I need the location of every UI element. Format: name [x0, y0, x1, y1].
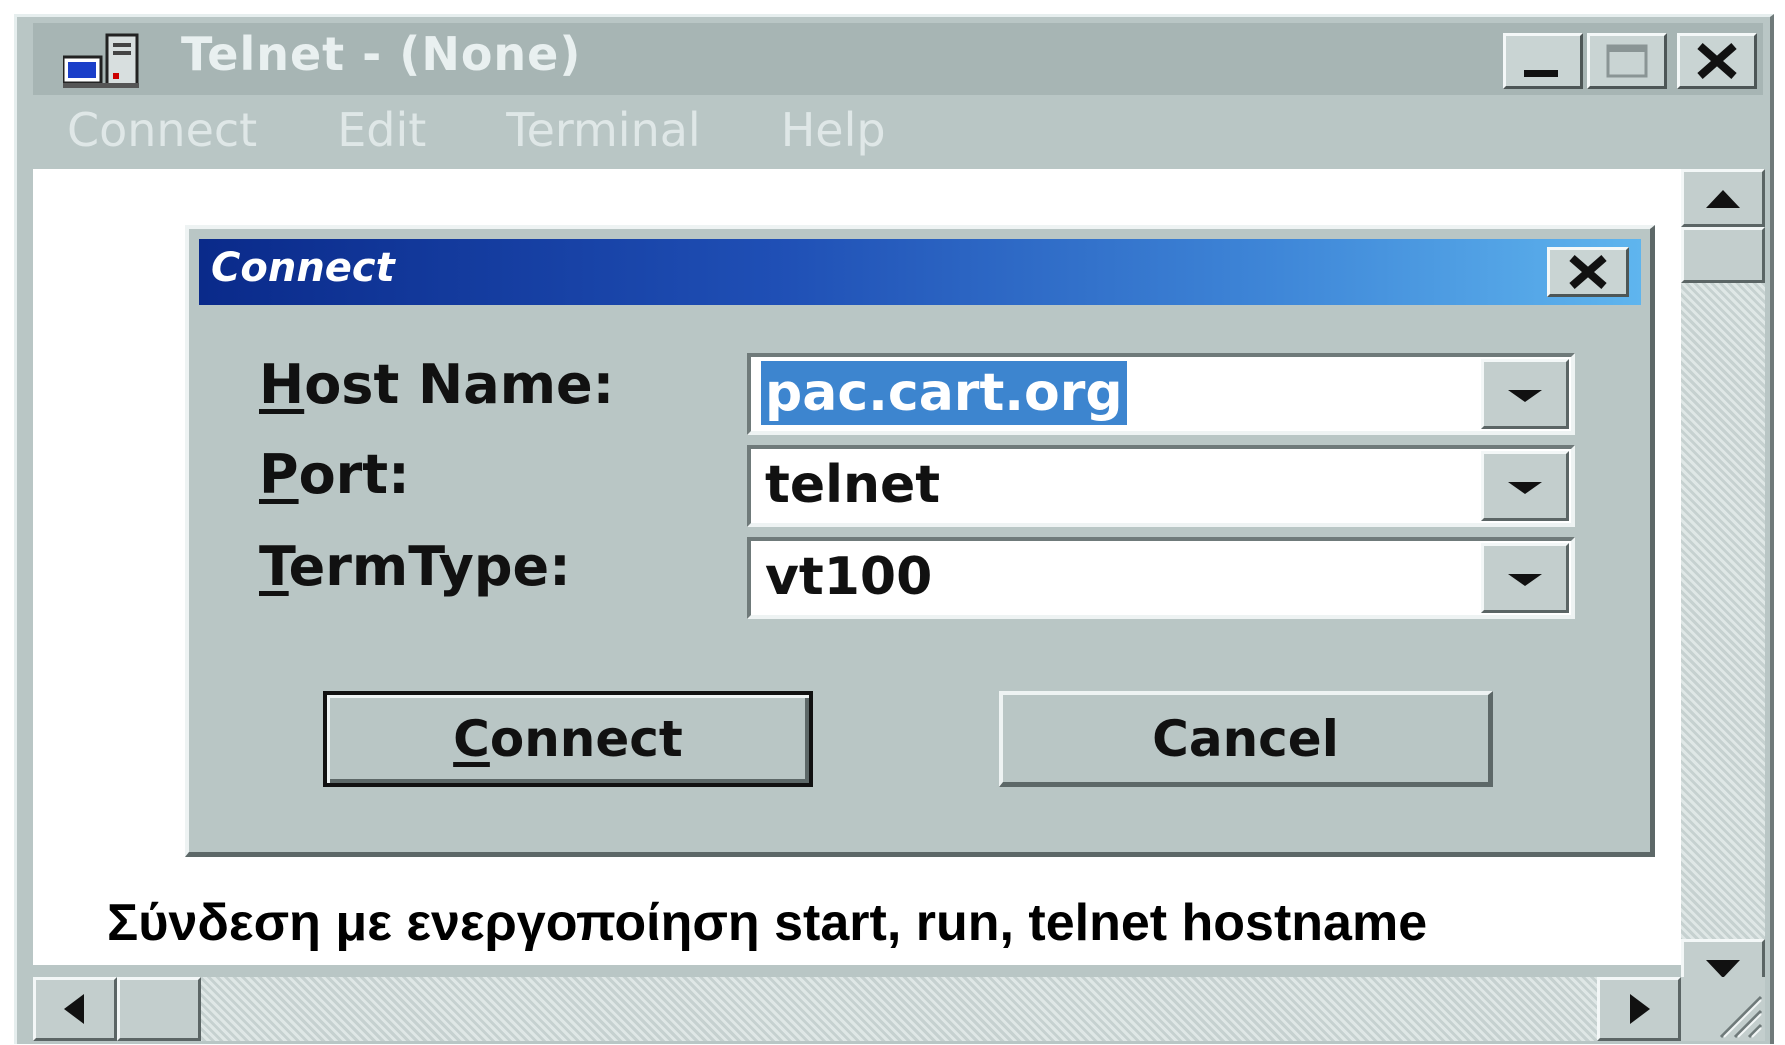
- cancel-button-label: Cancel: [1152, 709, 1339, 768]
- termtype-dropdown-button[interactable]: [1481, 543, 1569, 613]
- caption-text: Σύνδεση με ενεργοποίηση start, run, teln…: [107, 894, 1428, 952]
- telnet-window: Telnet - (None) Connect Edit Terminal He…: [14, 14, 1774, 1044]
- close-button[interactable]: [1677, 33, 1757, 89]
- dialog-title: Connect: [211, 245, 395, 291]
- chevron-down-icon: [1508, 482, 1542, 494]
- arrow-up-icon: [1706, 190, 1740, 208]
- port-input[interactable]: telnet: [761, 453, 944, 517]
- close-icon: [1697, 43, 1737, 79]
- horizontal-scrollbar[interactable]: [33, 977, 1681, 1041]
- menu-bar: Connect Edit Terminal Help: [67, 103, 886, 163]
- connect-button-label: Connect: [453, 710, 683, 768]
- minimize-button[interactable]: [1503, 33, 1583, 89]
- port-label: Port:: [259, 443, 410, 506]
- termtype-label: TermType:: [259, 535, 571, 598]
- dialog-close-button[interactable]: [1547, 247, 1629, 297]
- scroll-thumb[interactable]: [1681, 227, 1765, 283]
- close-icon: [1569, 254, 1607, 290]
- window-titlebar[interactable]: Telnet - (None): [33, 23, 1763, 95]
- size-grip[interactable]: [1681, 977, 1765, 1041]
- menu-help[interactable]: Help: [781, 103, 886, 163]
- scroll-left-button[interactable]: [33, 977, 117, 1041]
- menu-edit[interactable]: Edit: [337, 103, 426, 163]
- telnet-computer-icon: [63, 33, 139, 88]
- host-name-combo[interactable]: pac.cart.org: [747, 353, 1575, 435]
- dialog-titlebar[interactable]: Connect: [199, 239, 1641, 305]
- scroll-right-button[interactable]: [1597, 977, 1681, 1041]
- cancel-button[interactable]: Cancel: [999, 691, 1493, 787]
- arrow-left-icon: [64, 994, 84, 1024]
- maximize-button[interactable]: [1587, 33, 1667, 89]
- menu-terminal[interactable]: Terminal: [506, 103, 700, 163]
- termtype-combo[interactable]: vt100: [747, 537, 1575, 619]
- maximize-icon: [1606, 44, 1648, 78]
- arrow-right-icon: [1630, 994, 1650, 1024]
- connect-dialog: Connect Host Name: pac.cart.org Port: te…: [185, 225, 1655, 857]
- minimize-icon: [1524, 70, 1558, 77]
- port-combo[interactable]: telnet: [747, 445, 1575, 527]
- termtype-input[interactable]: vt100: [761, 545, 936, 609]
- port-dropdown-button[interactable]: [1481, 451, 1569, 521]
- host-name-input[interactable]: pac.cart.org: [761, 361, 1127, 425]
- vertical-scrollbar[interactable]: [1681, 169, 1765, 1001]
- host-name-label: Host Name:: [259, 353, 615, 416]
- window-title: Telnet - (None): [181, 27, 582, 81]
- chevron-down-icon: [1508, 390, 1542, 402]
- scroll-up-button[interactable]: [1681, 169, 1765, 227]
- host-name-dropdown-button[interactable]: [1481, 359, 1569, 429]
- menu-connect[interactable]: Connect: [67, 103, 257, 163]
- connect-button[interactable]: Connect: [323, 691, 813, 787]
- chevron-down-icon: [1508, 574, 1542, 586]
- hscroll-thumb[interactable]: [117, 977, 201, 1041]
- resize-grip-icon: [1719, 995, 1763, 1039]
